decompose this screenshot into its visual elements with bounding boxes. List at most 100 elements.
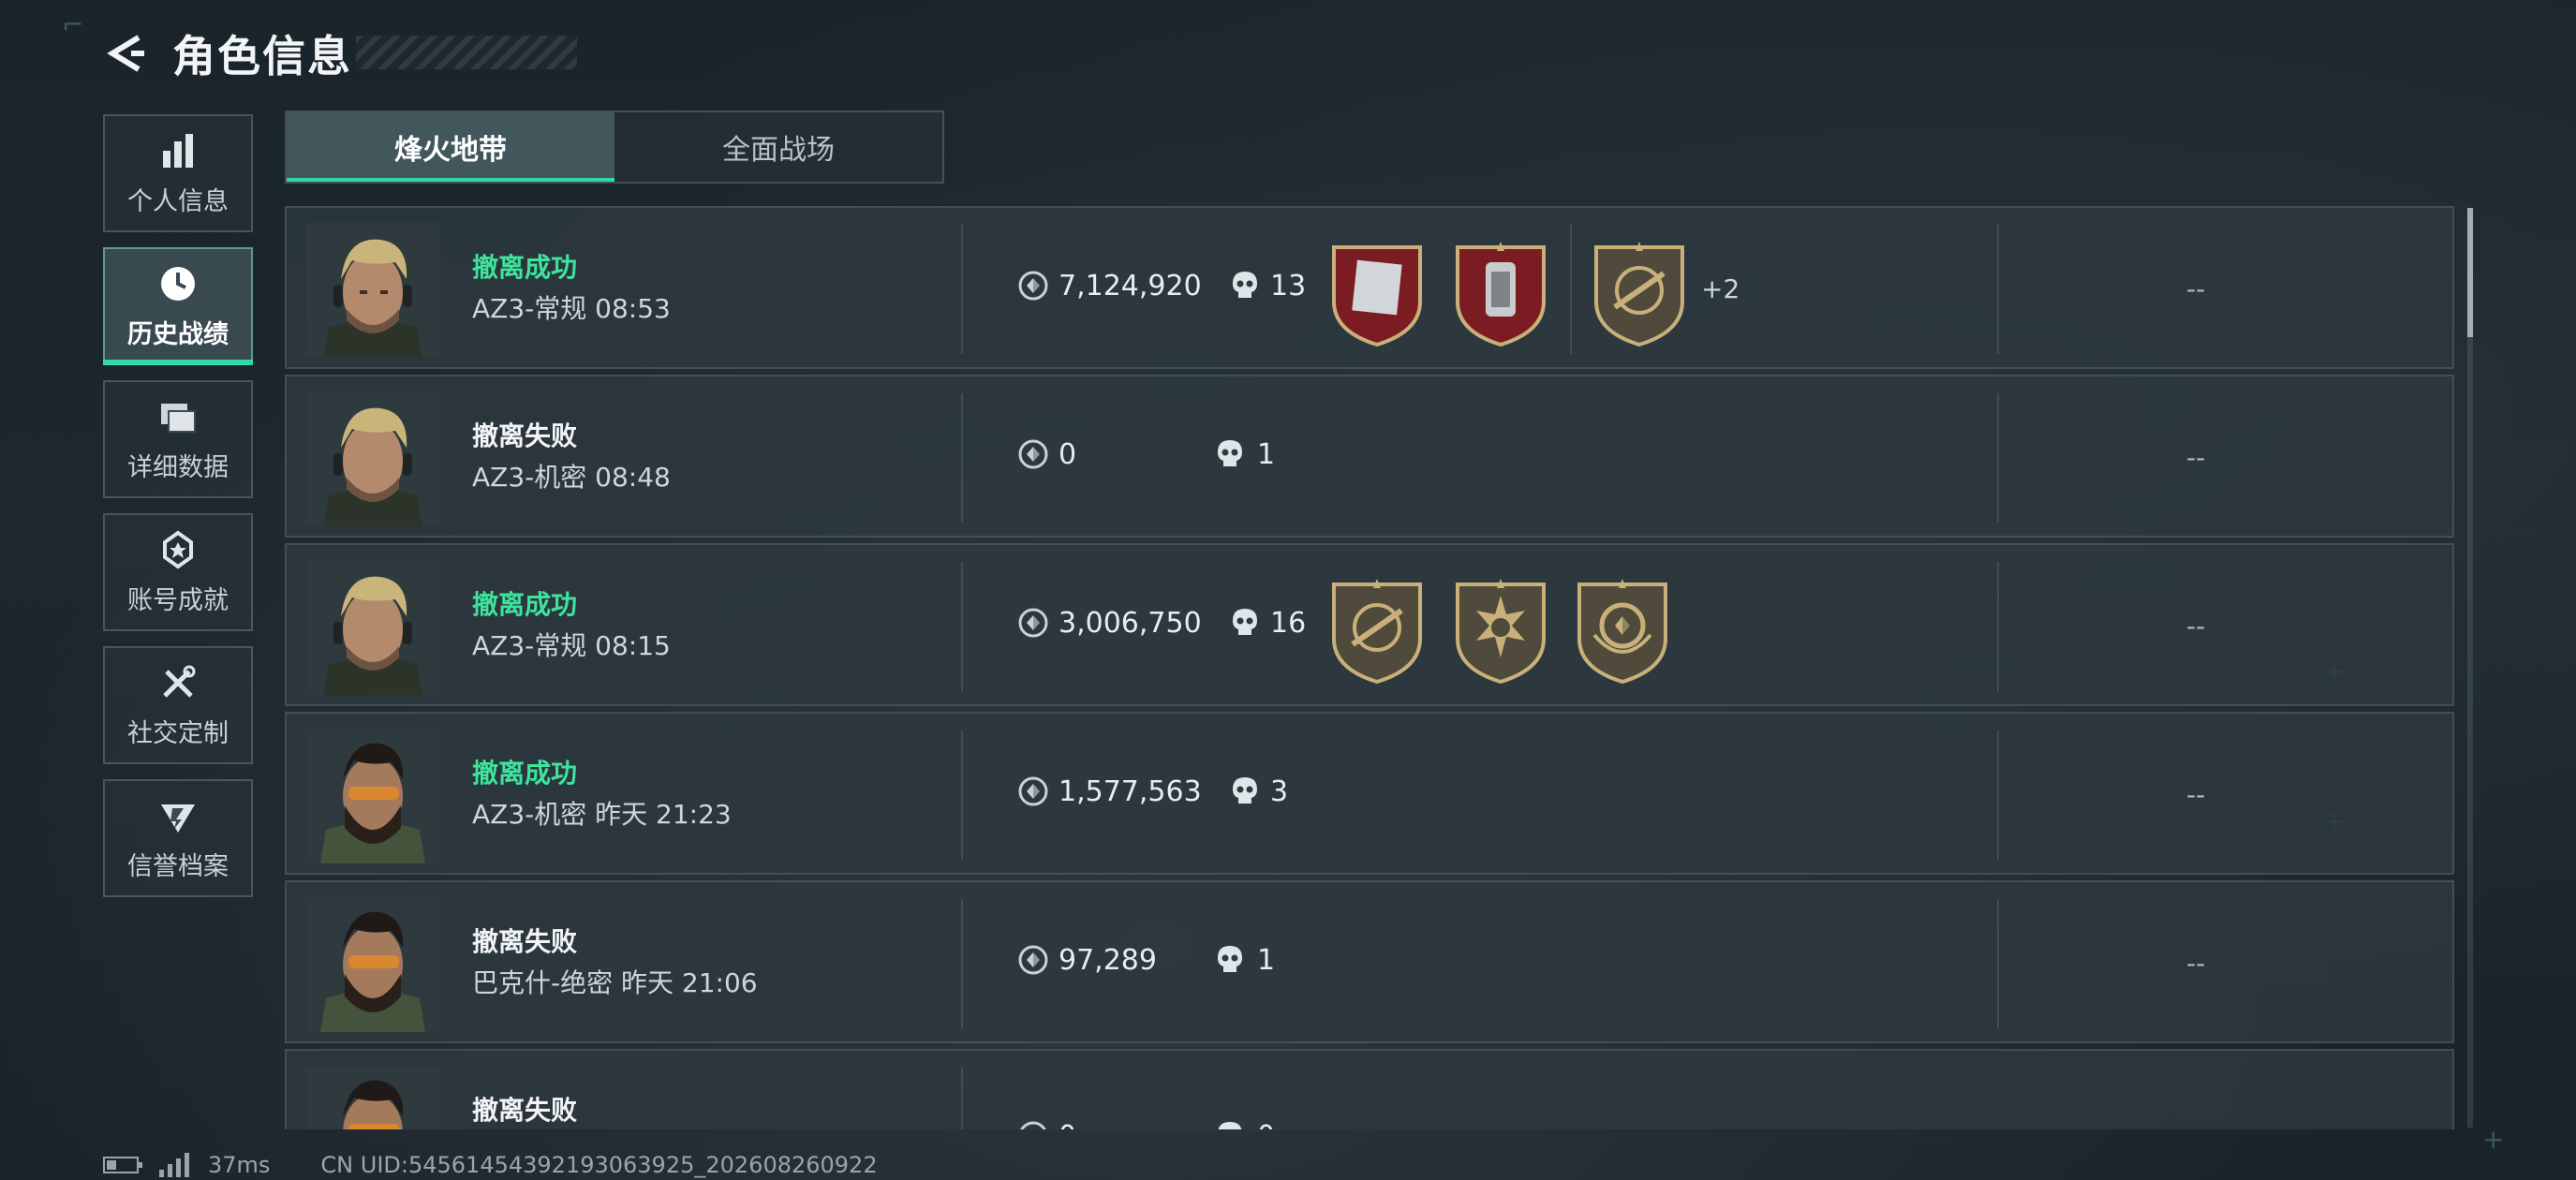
extra-stat: --: [2186, 442, 2206, 473]
column-divider: [961, 562, 963, 691]
map-and-time: AZ3-常规 08:15: [472, 630, 671, 661]
coin-icon: [1018, 776, 1048, 806]
extraction-status: 撤离失败: [472, 420, 578, 451]
column-divider: [961, 899, 963, 1028]
tab-full-battlefield[interactable]: 全面战场: [614, 112, 942, 182]
medal-badge-gray-plate[interactable]: [1328, 242, 1426, 347]
user-uid: CN UID:54561454392193063925_202608260922: [320, 1152, 878, 1178]
operator-portrait-bearded: [305, 897, 440, 1032]
operator-portrait-blond: [305, 560, 440, 695]
skull-kill-icon: [1218, 1122, 1242, 1129]
sidebar-item-social-custom[interactable]: 社交定制: [103, 646, 253, 764]
page-title: 角色信息: [172, 31, 352, 81]
skull-kill-icon: [1233, 609, 1257, 635]
map-and-time: AZ3-机密 昨天 21:23: [472, 799, 732, 830]
extraction-status: 撤离失败: [472, 1095, 578, 1126]
sidebar-item-label: 详细数据: [127, 452, 229, 482]
medal-badge-gun-target[interactable]: [1591, 242, 1688, 347]
extra-stat: --: [2186, 611, 2206, 642]
loot-value: 3,006,750: [1059, 607, 1202, 640]
coin-icon: [1018, 271, 1048, 301]
coin-icon: [1020, 1121, 1046, 1129]
sidebar-item-achievements[interactable]: 账号成就: [103, 513, 253, 631]
extraction-status: 撤离成功: [472, 252, 578, 283]
skull-kill-icon: [1218, 946, 1242, 972]
match-record-row[interactable]: 撤离成功 AZ3-机密 昨天 21:23 1,577,563 3 --: [285, 712, 2454, 875]
column-divider: [961, 1068, 963, 1129]
match-record-row[interactable]: 撤离成功 AZ3-常规 08:53 7,124,920 13 +2 --: [285, 206, 2454, 369]
coin-icon: [1018, 945, 1048, 975]
skull-kill-icon: [1218, 440, 1242, 466]
extra-stat: --: [2186, 948, 2206, 979]
more-badges-count[interactable]: +2: [1701, 273, 1740, 304]
match-record-row[interactable]: 撤离失败 巴克什-绝密 昨天 21:06 97,289 1 --: [285, 880, 2454, 1043]
match-history-list: 撤离成功 AZ3-常规 08:53 7,124,920 13 +2 -- 撤离失…: [285, 206, 2454, 1129]
map-and-time: 巴克什-绝密 昨天 21:06: [472, 967, 758, 998]
medal-badge-coin-wreath[interactable]: [1574, 579, 1671, 684]
extraction-status: 撤离成功: [472, 589, 578, 620]
sidebar-item-credit-record[interactable]: 信誉档案: [103, 779, 253, 897]
coin-icon: [1018, 608, 1048, 638]
bar-chart-icon: [163, 133, 193, 168]
medal-badge-skull-burst[interactable]: [1452, 579, 1549, 684]
tab-hazard-zone[interactable]: 烽火地带: [287, 112, 614, 182]
operator-portrait-bearded: [305, 729, 440, 863]
sidebar-item-match-history[interactable]: 历史战绩: [103, 247, 253, 365]
kill-count: 0: [1257, 1120, 1275, 1129]
kill-count: 16: [1270, 607, 1307, 640]
folder-icon: [161, 403, 196, 433]
page-header: 角色信息: [103, 24, 352, 82]
match-record-row[interactable]: 撤离成功 AZ3-常规 08:15 3,006,750 16 --: [285, 543, 2454, 706]
loot-value: 97,289: [1059, 944, 1157, 977]
achievement-icon: [163, 530, 193, 568]
coin-icon: [1018, 439, 1048, 469]
skull-kill-icon: [1233, 272, 1257, 298]
sidebar-item-detailed-data[interactable]: 详细数据: [103, 380, 253, 498]
extraction-status: 撤离成功: [472, 758, 578, 789]
sidebar-item-label: 历史战绩: [127, 319, 229, 349]
column-divider: [1997, 562, 1999, 691]
loot-value: 1,577,563: [1059, 775, 1202, 808]
clock-icon: [161, 266, 195, 301]
sidebar-item-label: 个人信息: [127, 186, 229, 216]
medal-badge-gun-target[interactable]: [1328, 579, 1426, 684]
extraction-status: 撤离失败: [472, 926, 578, 957]
column-divider: [961, 393, 963, 523]
status-footer: 37ms CN UID:54561454392193063925_2026082…: [103, 1150, 878, 1180]
column-divider: [961, 225, 963, 354]
match-record-row[interactable]: 撤离失败 AZ3-机密 08:48 0 1 --: [285, 375, 2454, 538]
medal-badge-lantern[interactable]: [1452, 242, 1549, 347]
column-divider: [1997, 730, 1999, 860]
mode-tabs: 烽火地带 全面战场: [285, 111, 944, 184]
extra-stat: --: [2186, 779, 2206, 810]
ping-latency: 37ms: [208, 1152, 271, 1178]
corner-mark: ⌐: [62, 9, 84, 40]
back-arrow-icon[interactable]: [103, 32, 146, 75]
kill-count: 1: [1257, 944, 1276, 977]
list-scrollbar[interactable]: [2467, 208, 2473, 1128]
loot-value: 0: [1059, 438, 1077, 471]
loot-value: 0: [1059, 1120, 1076, 1129]
column-divider: [1570, 225, 1572, 354]
column-divider: [1997, 393, 1999, 523]
match-record-row[interactable]: 撤离失败 0 0: [285, 1049, 2454, 1129]
sidebar-item-label: 信誉档案: [127, 851, 229, 881]
operator-portrait-bearded: [305, 1066, 440, 1129]
tools-icon: [163, 665, 196, 698]
scrollbar-thumb[interactable]: [2467, 208, 2473, 337]
kill-count: 13: [1270, 270, 1307, 302]
column-divider: [961, 730, 963, 860]
operator-portrait-blond: [305, 223, 440, 358]
extra-stat: --: [2186, 273, 2206, 304]
sidebar-item-personal-info[interactable]: 个人信息: [103, 114, 253, 232]
kill-count: 3: [1270, 775, 1289, 808]
sidebar-item-label: 社交定制: [127, 718, 229, 748]
signal-icon: [159, 1153, 189, 1177]
title-decoration: [356, 36, 577, 69]
operator-portrait-blond: [305, 391, 440, 526]
column-divider: [1997, 225, 1999, 354]
map-and-time: AZ3-常规 08:53: [472, 293, 671, 324]
credit-icon: [161, 804, 195, 833]
crosshair-mark: +: [2482, 1124, 2505, 1155]
skull-kill-icon: [1233, 777, 1257, 804]
